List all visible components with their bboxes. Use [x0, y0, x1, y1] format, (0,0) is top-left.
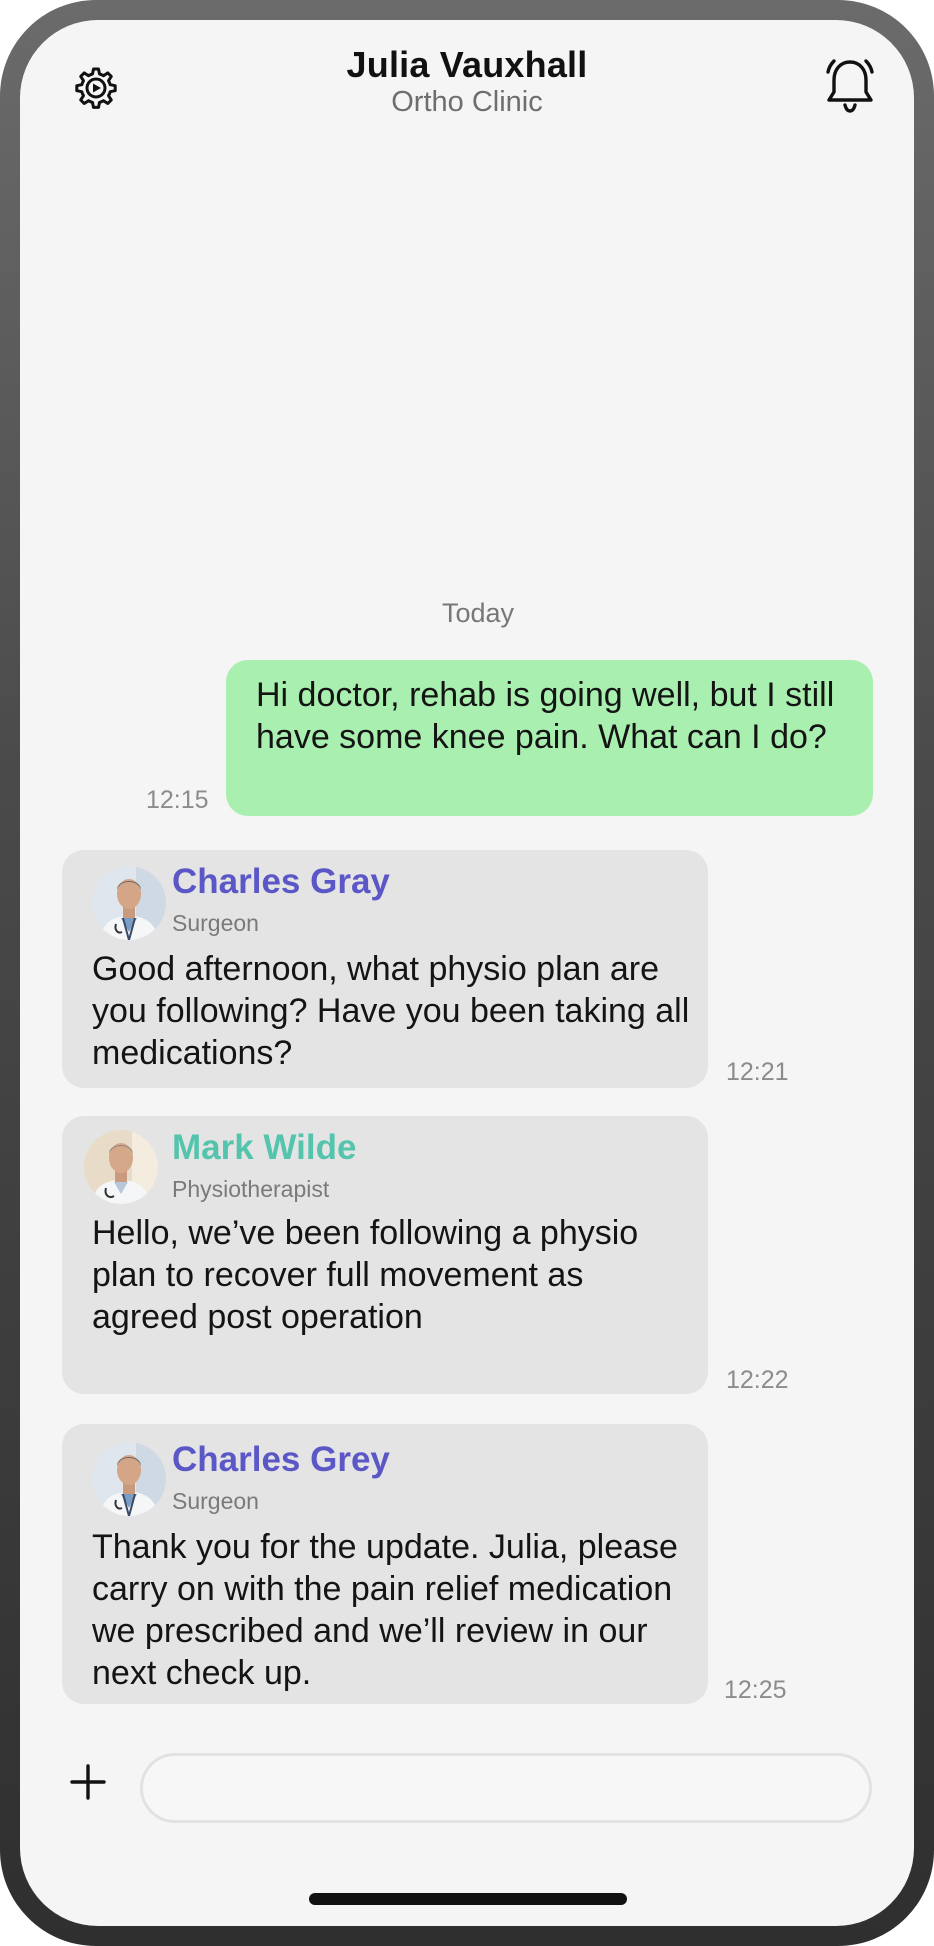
sender-role: Surgeon [172, 1488, 259, 1514]
sender-name: Mark Wilde [172, 1128, 357, 1167]
sender-role: Surgeon [172, 910, 259, 936]
incoming-message[interactable]: Mark Wilde Physiotherapist Hello, we’ve … [62, 1116, 708, 1394]
outgoing-message[interactable]: Hi doctor, rehab is going well, but I st… [226, 660, 873, 816]
message-text: Hi doctor, rehab is going well, but I st… [256, 676, 835, 756]
avatar [92, 1442, 166, 1516]
sender-role: Physiotherapist [172, 1176, 330, 1202]
home-indicator[interactable] [309, 1893, 627, 1905]
message-time: 12:15 [146, 786, 209, 814]
sender-name: Charles Gray [172, 862, 390, 901]
sender-name: Charles Grey [172, 1440, 390, 1479]
message-time: 12:22 [726, 1366, 789, 1394]
chat-screen: Julia Vauxhall Ortho Clinic Today Hi doc… [20, 20, 914, 1926]
message-text: Thank you for the update. Julia, please … [92, 1528, 678, 1692]
message-text: Good afternoon, what physio plan are you… [92, 950, 690, 1072]
clinic-name: Ortho Clinic [391, 86, 543, 118]
message-text: Hello, we’ve been following a physio pla… [92, 1214, 639, 1336]
message-time: 12:25 [724, 1676, 787, 1704]
incoming-message[interactable]: Charles Gray Surgeon Good afternoon, wha… [62, 850, 708, 1088]
message-input[interactable] [140, 1753, 872, 1823]
plus-icon[interactable] [68, 1762, 108, 1802]
chat-header: Julia Vauxhall Ortho Clinic [20, 20, 914, 140]
date-separator: Today [441, 598, 515, 628]
avatar [92, 866, 166, 940]
bell-icon[interactable] [822, 56, 878, 118]
incoming-message[interactable]: Charles Grey Surgeon Thank you for the u… [62, 1424, 708, 1704]
avatar [84, 1130, 158, 1204]
message-time: 12:21 [726, 1058, 789, 1086]
contact-name: Julia Vauxhall [346, 44, 588, 85]
